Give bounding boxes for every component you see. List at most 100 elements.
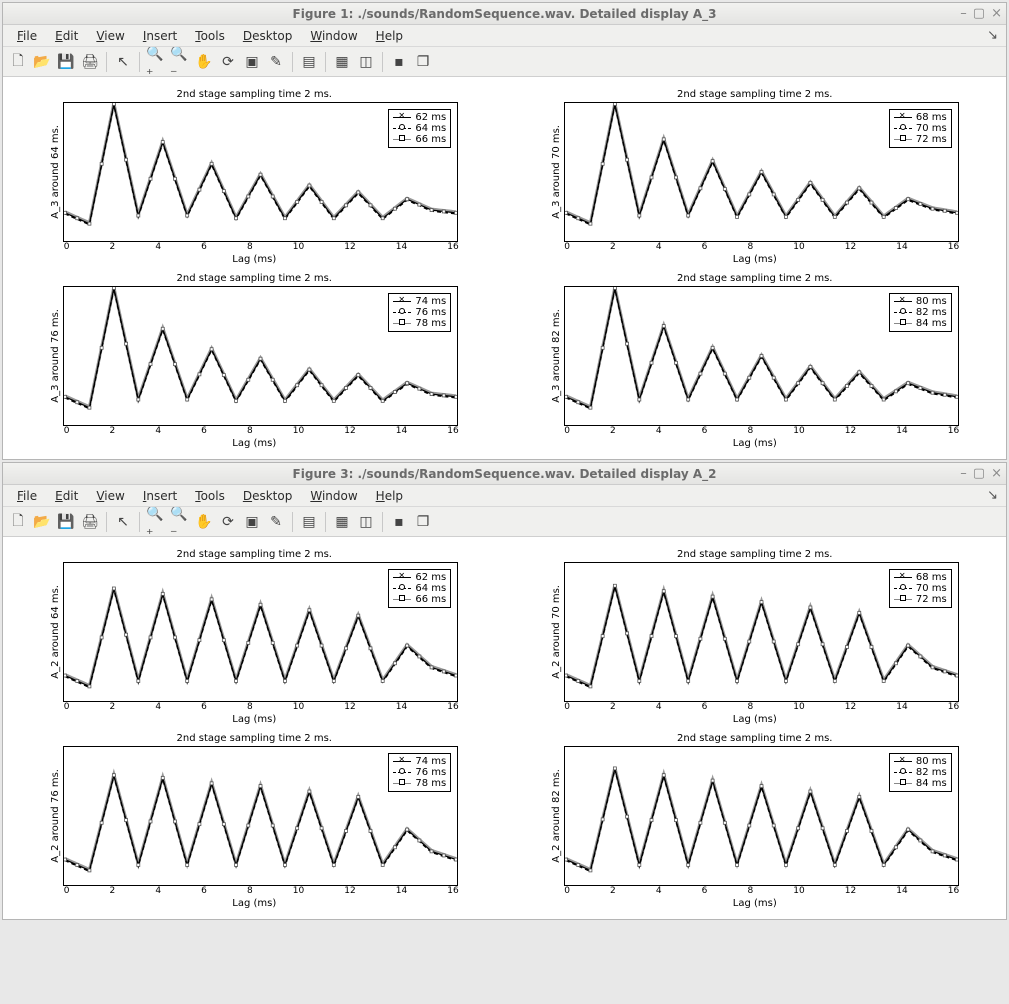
zoom-out-icon[interactable]: 🔍₋ (169, 51, 191, 73)
menu-overflow-icon[interactable]: ↘ (987, 28, 998, 43)
legend-label: 82 ms (916, 307, 947, 318)
brush-icon[interactable]: ✎ (265, 51, 287, 73)
open-folder-icon[interactable]: 📂 (31, 51, 53, 73)
insert-colorbar-icon[interactable]: ▤ (298, 511, 320, 533)
legend-entry: 64 ms (393, 123, 446, 134)
zoom-out-icon[interactable]: 🔍₋ (169, 511, 191, 533)
menu-tools[interactable]: Tools (187, 487, 233, 505)
legend-marker-icon (393, 780, 411, 788)
legend-label: 62 ms (415, 112, 446, 123)
axes-box[interactable]: 74 ms76 ms78 ms (63, 746, 458, 886)
pan-icon[interactable]: ✋ (193, 511, 215, 533)
dock-icon[interactable]: ❐ (412, 511, 434, 533)
legend-entry: 74 ms (393, 756, 446, 767)
legend-entry: 70 ms (894, 583, 947, 594)
xtick: 12 (845, 242, 856, 252)
toolbar-separator (382, 512, 383, 532)
menu-insert[interactable]: Insert (135, 27, 185, 45)
menu-view[interactable]: View (88, 27, 132, 45)
maximize-button[interactable]: ▢ (973, 6, 985, 21)
titlebar[interactable]: Figure 3: ./sounds/RandomSequence.wav. D… (3, 463, 1006, 485)
legend-label: 70 ms (916, 583, 947, 594)
rotate-3d-icon[interactable]: ⟳ (217, 51, 239, 73)
zoom-in-icon[interactable]: 🔍₊ (145, 51, 167, 73)
open-folder-icon[interactable]: 📂 (31, 511, 53, 533)
window-controls: – ▢ × (960, 6, 1002, 21)
data-cursor-icon[interactable]: ▣ (241, 511, 263, 533)
menu-tools[interactable]: Tools (187, 27, 233, 45)
dock-icon[interactable]: ❐ (412, 51, 434, 73)
xtick: 16 (948, 426, 959, 436)
xtick-row: 0246810121416 (564, 886, 959, 896)
hide-plot-tools-icon[interactable]: ◫ (355, 511, 377, 533)
menu-overflow-icon[interactable]: ↘ (987, 488, 998, 503)
legend[interactable]: 62 ms64 ms66 ms (388, 109, 451, 148)
axes-box[interactable]: 74 ms76 ms78 ms (63, 286, 458, 426)
save-icon[interactable]: 💾 (55, 51, 77, 73)
rotate-3d-icon[interactable]: ⟳ (217, 511, 239, 533)
pointer-icon[interactable]: ↖ (112, 51, 134, 73)
data-cursor-icon[interactable]: ▣ (241, 51, 263, 73)
zoom-in-icon[interactable]: 🔍₊ (145, 511, 167, 533)
plot-area: 2nd stage sampling time 2 ms.A_3 around … (3, 77, 1006, 459)
menu-window[interactable]: Window (302, 487, 365, 505)
insert-legend-icon[interactable]: ▦ (331, 51, 353, 73)
menu-desktop[interactable]: Desktop (235, 487, 301, 505)
minimize-button[interactable]: – (960, 6, 967, 21)
print-icon[interactable]: 🖨 (79, 51, 101, 73)
pointer-icon[interactable]: ↖ (112, 511, 134, 533)
print-icon[interactable]: 🖨 (79, 511, 101, 533)
axes-box[interactable]: 80 ms82 ms84 ms (564, 746, 959, 886)
axes-box[interactable]: 68 ms70 ms72 ms (564, 102, 959, 242)
menubar: File Edit View Insert Tools Desktop Wind… (3, 485, 1006, 507)
menu-desktop[interactable]: Desktop (235, 27, 301, 45)
legend-marker-icon (894, 780, 912, 788)
menu-help[interactable]: Help (368, 27, 411, 45)
xtick: 12 (344, 242, 355, 252)
close-button[interactable]: × (991, 6, 1002, 21)
maximize-button[interactable]: ▢ (973, 466, 985, 481)
legend[interactable]: 68 ms70 ms72 ms (889, 109, 952, 148)
close-button[interactable]: × (991, 466, 1002, 481)
minimize-button[interactable]: – (960, 466, 967, 481)
save-icon[interactable]: 💾 (55, 511, 77, 533)
new-file-icon[interactable]: 🗋 (7, 51, 29, 73)
titlebar[interactable]: Figure 1: ./sounds/RandomSequence.wav. D… (3, 3, 1006, 25)
legend-label: 66 ms (415, 134, 446, 145)
menu-help[interactable]: Help (368, 487, 411, 505)
legend-label: 66 ms (415, 594, 446, 605)
menu-edit[interactable]: Edit (47, 27, 86, 45)
legend[interactable]: 80 ms82 ms84 ms (889, 293, 952, 332)
menu-edit[interactable]: Edit (47, 487, 86, 505)
legend-marker-icon (393, 125, 411, 133)
menu-view[interactable]: View (88, 487, 132, 505)
menu-file[interactable]: File (9, 27, 45, 45)
link-axes-icon[interactable]: ▪ (388, 511, 410, 533)
legend-entry: 70 ms (894, 123, 947, 134)
legend[interactable]: 74 ms76 ms78 ms (388, 753, 451, 792)
legend[interactable]: 68 ms70 ms72 ms (889, 569, 952, 608)
link-axes-icon[interactable]: ▪ (388, 51, 410, 73)
menu-window[interactable]: Window (302, 27, 365, 45)
xtick: 6 (702, 426, 708, 436)
legend[interactable]: 74 ms76 ms78 ms (388, 293, 451, 332)
brush-icon[interactable]: ✎ (265, 511, 287, 533)
insert-colorbar-icon[interactable]: ▤ (298, 51, 320, 73)
new-file-icon[interactable]: 🗋 (7, 511, 29, 533)
menu-file[interactable]: File (9, 487, 45, 505)
axes-box[interactable]: 68 ms70 ms72 ms (564, 562, 959, 702)
insert-legend-icon[interactable]: ▦ (331, 511, 353, 533)
xlabel: Lag (ms) (232, 898, 276, 909)
xtick: 10 (293, 426, 304, 436)
axes-box[interactable]: 62 ms64 ms66 ms (63, 102, 458, 242)
axes-box[interactable]: 62 ms64 ms66 ms (63, 562, 458, 702)
xtick: 2 (610, 426, 616, 436)
legend[interactable]: 80 ms82 ms84 ms (889, 753, 952, 792)
axes-box[interactable]: 80 ms82 ms84 ms (564, 286, 959, 426)
plot-area: 2nd stage sampling time 2 ms.A_2 around … (3, 537, 1006, 919)
hide-plot-tools-icon[interactable]: ◫ (355, 51, 377, 73)
pan-icon[interactable]: ✋ (193, 51, 215, 73)
toolbar-separator (325, 512, 326, 532)
menu-insert[interactable]: Insert (135, 487, 185, 505)
legend[interactable]: 62 ms64 ms66 ms (388, 569, 451, 608)
